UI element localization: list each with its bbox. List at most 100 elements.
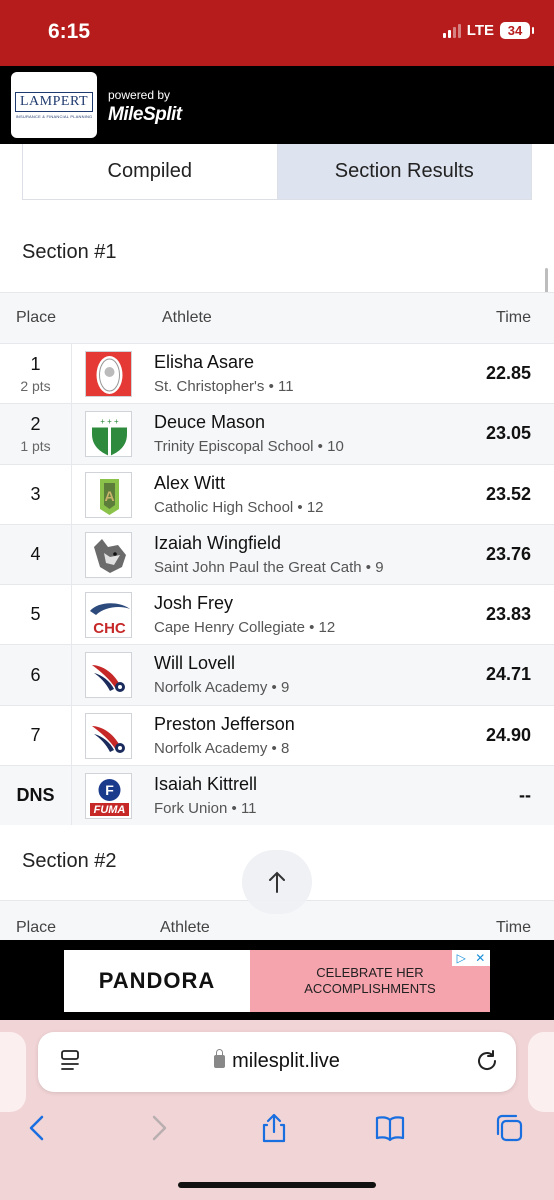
place-value: 4 bbox=[30, 544, 41, 565]
table-row[interactable]: DNS F FUMA Isaiah Kittrell Fork Union • 11 -- bbox=[0, 765, 554, 826]
st-christophers-logo[interactable] bbox=[85, 351, 132, 397]
athlete-school-grade[interactable]: Norfolk Academy • 8 bbox=[154, 740, 289, 757]
place-value: DNS bbox=[16, 785, 55, 806]
athlete-school-grade[interactable]: St. Christopher's • 11 bbox=[154, 378, 294, 395]
reload-icon[interactable] bbox=[474, 1048, 500, 1074]
athlete-name-link[interactable]: Preston Jefferson bbox=[154, 714, 295, 735]
time-value: 24.90 bbox=[485, 724, 531, 745]
points-value: 1 pts bbox=[20, 437, 51, 454]
milesplit-logo[interactable]: MileSplit bbox=[108, 104, 182, 126]
url-text: milesplit.live bbox=[232, 1050, 340, 1072]
cape-henry-logo[interactable]: CHC bbox=[85, 592, 132, 639]
lampert-logo[interactable]: LAMPERT INSURANCE & FINANCIAL PLANNING bbox=[11, 72, 97, 138]
ad-banner: PANDORA CELEBRATE HER ACCOMPLISHMENTS ▷ ✕ bbox=[0, 940, 554, 1020]
status-bar: 6:15 LTE 34 bbox=[0, 0, 554, 66]
athlete-school-grade[interactable]: Norfolk Academy • 9 bbox=[154, 679, 289, 696]
place-value: 5 bbox=[30, 604, 41, 625]
powered-by-label: powered by bbox=[108, 88, 171, 102]
column-place: Place bbox=[16, 309, 57, 326]
place-value: 2 bbox=[30, 413, 41, 434]
network-label: LTE bbox=[466, 22, 494, 39]
next-tab-peek[interactable] bbox=[528, 1032, 554, 1112]
athlete-name-link[interactable]: Elisha Asare bbox=[154, 352, 254, 373]
athlete-name-link[interactable]: Isaiah Kittrell bbox=[154, 774, 257, 795]
battery-icon: 34 bbox=[500, 22, 534, 39]
tab-section-results[interactable]: Section Results bbox=[276, 144, 531, 199]
time-value: 24.71 bbox=[485, 664, 531, 685]
arrow-up-icon bbox=[269, 871, 285, 893]
table-row[interactable]: 2 1 pts + + + Deuce Mason Trinity Episcopal … bbox=[0, 403, 554, 464]
home-indicator bbox=[178, 1182, 376, 1188]
column-athlete: Athlete bbox=[162, 309, 212, 326]
norfolk-academy-logo[interactable] bbox=[85, 712, 132, 759]
place-cell: 3 bbox=[0, 464, 72, 524]
fork-union-logo[interactable]: F FUMA bbox=[85, 773, 132, 820]
athlete-name-link[interactable]: Alex Witt bbox=[154, 473, 225, 494]
time-value: 23.76 bbox=[485, 543, 531, 564]
athlete-name-link[interactable]: Will Lovell bbox=[154, 653, 235, 674]
table-row[interactable]: 3 A Alex Witt Catholic High School • 12 23.5… bbox=[0, 463, 554, 524]
trinity-episcopal-logo[interactable]: + + + bbox=[85, 411, 132, 458]
athlete-school-grade[interactable]: Fork Union • 11 bbox=[154, 800, 257, 817]
place-value: 1 bbox=[30, 353, 41, 374]
results-table: Place Athlete Time 1 2 pts Elisha Asare St.… bbox=[0, 292, 554, 826]
time-value: 23.83 bbox=[485, 604, 531, 625]
bookmarks-icon[interactable] bbox=[374, 1112, 406, 1144]
place-value: 3 bbox=[30, 483, 41, 504]
column-athlete: Athlete bbox=[160, 919, 210, 936]
back-icon[interactable] bbox=[22, 1112, 54, 1144]
place-cell: 5 bbox=[0, 585, 72, 645]
time-value: 23.52 bbox=[485, 483, 531, 504]
ad-brand: PANDORA bbox=[64, 950, 250, 1012]
tab-compiled[interactable]: Compiled bbox=[23, 144, 277, 199]
table-body: 1 2 pts Elisha Asare St. Christopher's • 11… bbox=[0, 343, 554, 826]
athlete-name-link[interactable]: Izaiah Wingfield bbox=[154, 533, 281, 554]
ad-choices-icon[interactable]: ▷ ✕ bbox=[452, 950, 490, 966]
browser-toolbar bbox=[0, 1108, 554, 1158]
sponsor-tagline: INSURANCE & FINANCIAL PLANNING bbox=[15, 113, 93, 119]
scroll-to-top-button[interactable] bbox=[242, 850, 312, 914]
athlete-school-grade[interactable]: Cape Henry Collegiate • 12 bbox=[154, 619, 335, 636]
svg-text:A: A bbox=[104, 488, 114, 504]
status-indicators: LTE 34 bbox=[442, 22, 534, 39]
athlete-school-grade[interactable]: Trinity Episcopal School • 10 bbox=[154, 438, 344, 455]
previous-tab-peek[interactable] bbox=[0, 1032, 26, 1112]
share-icon[interactable] bbox=[258, 1112, 290, 1144]
place-cell: 6 bbox=[0, 645, 72, 705]
address-bar[interactable]: milesplit.live bbox=[38, 1032, 516, 1092]
svg-text:+ + +: + + + bbox=[100, 417, 119, 426]
athlete-name-link[interactable]: Josh Frey bbox=[154, 593, 233, 614]
column-time: Time bbox=[496, 309, 531, 326]
table-row[interactable]: 1 2 pts Elisha Asare St. Christopher's • 11… bbox=[0, 343, 554, 404]
svg-text:F: F bbox=[105, 782, 114, 798]
results-tabs: Compiled Section Results bbox=[22, 144, 532, 200]
column-time: Time bbox=[496, 919, 531, 936]
time-value: 22.85 bbox=[485, 363, 531, 383]
place-value: 7 bbox=[30, 724, 41, 745]
place-cell: 4 bbox=[0, 524, 72, 585]
saint-john-paul-logo[interactable] bbox=[85, 531, 132, 578]
athlete-school-grade[interactable]: Saint John Paul the Great Cath • 9 bbox=[154, 559, 384, 576]
place-value: 6 bbox=[30, 664, 41, 685]
norfolk-academy-logo[interactable] bbox=[85, 652, 132, 699]
place-cell: DNS bbox=[0, 766, 72, 826]
svg-text:CHC: CHC bbox=[93, 620, 126, 637]
catholic-high-logo[interactable]: A bbox=[85, 471, 132, 518]
column-place: Place bbox=[16, 919, 57, 936]
table-row[interactable]: 5 CHC Josh Frey Cape Henry Collegiate • 12 2… bbox=[0, 584, 554, 645]
table-row[interactable]: 6 Will Lovell Norfolk Academy • 9 24.71 bbox=[0, 644, 554, 705]
section-1-title: Section #1 bbox=[22, 241, 117, 263]
pandora-ad[interactable]: PANDORA CELEBRATE HER ACCOMPLISHMENTS ▷ ✕ bbox=[64, 950, 490, 1012]
athlete-name-link[interactable]: Deuce Mason bbox=[154, 412, 265, 433]
sponsor-name: LAMPERT bbox=[15, 91, 93, 112]
athlete-school-grade[interactable]: Catholic High School • 12 bbox=[154, 499, 324, 516]
signal-icon bbox=[442, 23, 461, 38]
table-row[interactable]: 4 Izaiah Wingfield Saint John Paul the Gre… bbox=[0, 523, 554, 585]
table-row[interactable]: 7 Preston Jefferson Norfolk Academy • 8 24.… bbox=[0, 704, 554, 766]
svg-text:FUMA: FUMA bbox=[94, 804, 126, 816]
ad-line-2: ACCOMPLISHMENTS bbox=[304, 981, 436, 996]
tabs-icon[interactable] bbox=[493, 1112, 525, 1144]
browser-chrome: milesplit.live bbox=[0, 1020, 554, 1200]
forward-icon[interactable] bbox=[142, 1112, 174, 1144]
place-cell: 7 bbox=[0, 705, 72, 766]
